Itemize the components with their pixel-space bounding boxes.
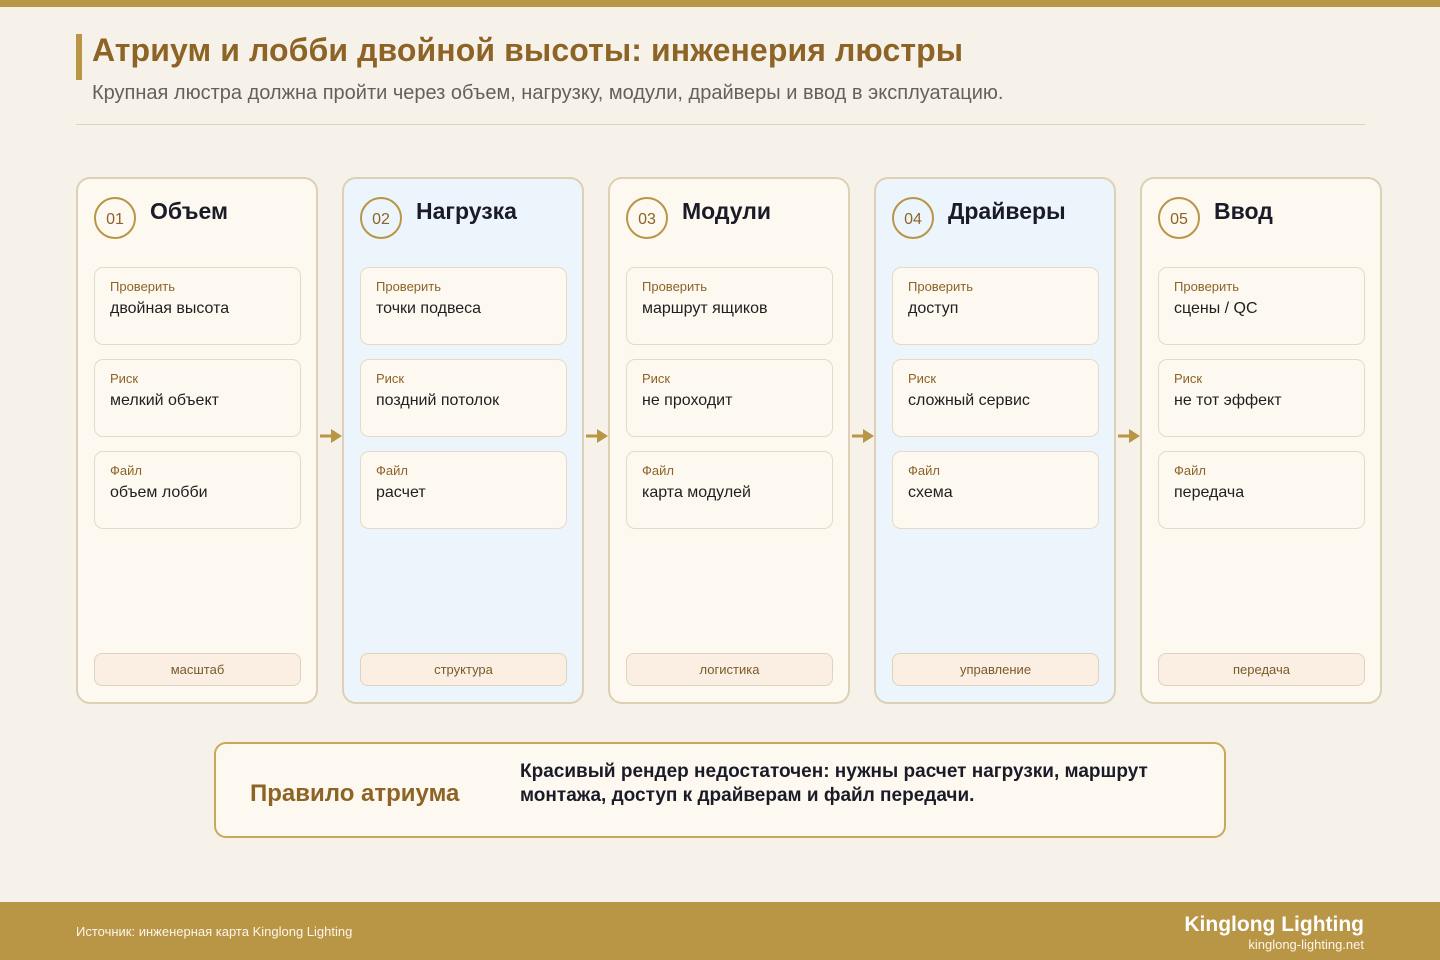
step-card-5: 05 Ввод Проверить сцены / QC Риск не тот… (1140, 177, 1382, 704)
step-card-3: 03 Модули Проверить маршрут ящиков Риск … (608, 177, 850, 704)
title-accent-bar (76, 34, 82, 80)
file-value: расчет (376, 484, 426, 501)
top-accent-bar (0, 0, 1440, 7)
risk-label: Риск (1174, 371, 1203, 386)
page-subtitle: Крупная люстра должна пройти через объем… (92, 82, 1004, 104)
risk-value: мелкий объект (110, 392, 219, 409)
file-field: Файл расчет (360, 451, 567, 529)
check-field: Проверить двойная высота (94, 267, 301, 345)
check-field: Проверить точки подвеса (360, 267, 567, 345)
file-field: Файл схема (892, 451, 1099, 529)
risk-value: сложный сервис (908, 392, 1030, 409)
risk-label: Риск (908, 371, 937, 386)
file-value: схема (908, 484, 953, 501)
arrow-right-icon (586, 429, 608, 443)
step-tag: структура (360, 653, 567, 686)
rule-label: Правило атриума (250, 780, 460, 807)
step-card-1: 01 Объем Проверить двойная высота Риск м… (76, 177, 318, 704)
risk-value: поздний потолок (376, 392, 500, 409)
step-tag: логистика (626, 653, 833, 686)
check-label: Проверить (642, 279, 708, 294)
arrow-right-icon (1118, 429, 1140, 443)
risk-field: Риск не тот эффект (1158, 359, 1365, 437)
check-value: сцены / QC (1174, 300, 1258, 317)
risk-label: Риск (376, 371, 405, 386)
step-tag: масштаб (94, 653, 301, 686)
brand-name: Kinglong Lighting (1184, 913, 1364, 936)
check-field: Проверить сцены / QC (1158, 267, 1365, 345)
file-field: Файл объем лобби (94, 451, 301, 529)
risk-value: не тот эффект (1174, 392, 1282, 409)
risk-field: Риск не проходит (626, 359, 833, 437)
check-label: Проверить (1174, 279, 1240, 294)
page-title: Атриум и лобби двойной высоты: инженерия… (92, 32, 964, 68)
check-field: Проверить доступ (892, 267, 1099, 345)
step-title: Драйверы (948, 198, 1066, 224)
check-label: Проверить (376, 279, 442, 294)
check-value: точки подвеса (376, 300, 482, 317)
step-number-badge: 01 (94, 197, 136, 239)
check-label: Проверить (908, 279, 974, 294)
file-value: карта модулей (642, 484, 751, 501)
footer: Источник: инженерная карта Kinglong Ligh… (0, 902, 1440, 960)
step-number-badge: 04 (892, 197, 934, 239)
file-label: Файл (376, 463, 408, 478)
file-value: передача (1174, 484, 1245, 501)
arrow-right-icon (320, 429, 342, 443)
atrium-rule-box: Правило атриума Красивый рендер недостат… (214, 742, 1226, 838)
file-field: Файл карта модулей (626, 451, 833, 529)
risk-field: Риск мелкий объект (94, 359, 301, 437)
step-card-2: 02 Нагрузка Проверить точки подвеса Риск… (342, 177, 584, 704)
check-label: Проверить (110, 279, 176, 294)
step-card-4: 04 Драйверы Проверить доступ Риск сложны… (874, 177, 1116, 704)
arrow-right-icon (852, 429, 874, 443)
file-label: Файл (110, 463, 142, 478)
check-value: доступ (908, 300, 959, 317)
brand-website: kinglong-lighting.net (1248, 937, 1364, 952)
step-tag: управление (892, 653, 1099, 686)
header-divider (76, 124, 1365, 125)
risk-field: Риск сложный сервис (892, 359, 1099, 437)
step-tag: передача (1158, 653, 1365, 686)
check-field: Проверить маршрут ящиков (626, 267, 833, 345)
risk-value: не проходит (642, 392, 733, 409)
step-title: Модули (682, 198, 772, 224)
step-title: Объем (150, 198, 229, 224)
step-title: Ввод (1214, 198, 1273, 224)
step-number-badge: 02 (360, 197, 402, 239)
source-note: Источник: инженерная карта Kinglong Ligh… (76, 924, 353, 939)
file-value: объем лобби (110, 484, 208, 501)
risk-label: Риск (110, 371, 139, 386)
file-field: Файл передача (1158, 451, 1365, 529)
risk-field: Риск поздний потолок (360, 359, 567, 437)
step-title: Нагрузка (416, 198, 517, 224)
file-label: Файл (642, 463, 674, 478)
file-label: Файл (1174, 463, 1206, 478)
file-label: Файл (908, 463, 940, 478)
rule-text: Красивый рендер недостаточен: нужны расч… (520, 761, 1148, 806)
check-value: маршрут ящиков (642, 300, 768, 317)
risk-label: Риск (642, 371, 671, 386)
check-value: двойная высота (110, 300, 230, 317)
step-number-badge: 05 (1158, 197, 1200, 239)
step-number-badge: 03 (626, 197, 668, 239)
